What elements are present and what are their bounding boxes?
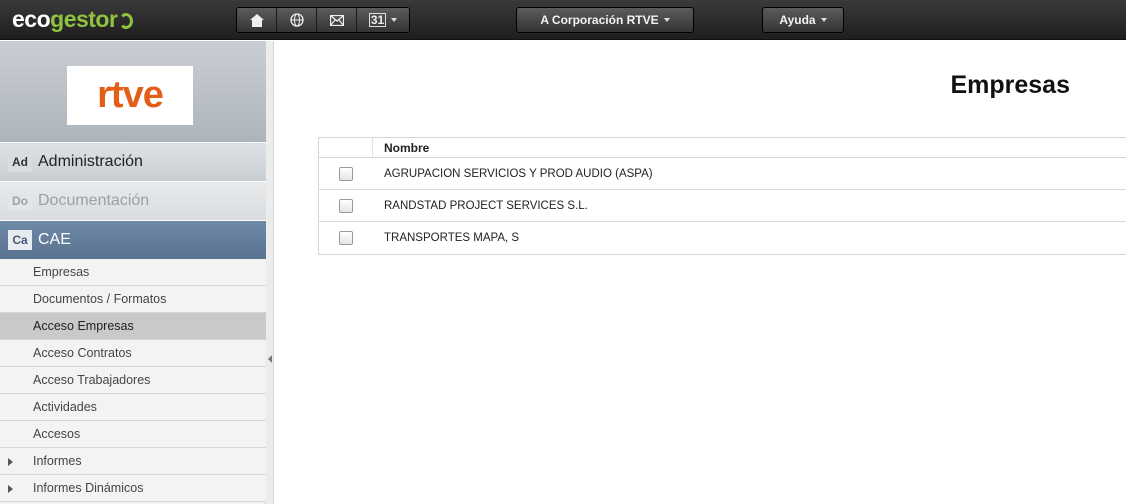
globe-button[interactable] — [277, 8, 317, 32]
module-code-badge: Ca — [8, 230, 32, 250]
header-checkbox-column — [319, 138, 373, 157]
client-logo: rtve — [67, 66, 193, 125]
row-checkbox-cell — [319, 166, 373, 181]
cae-submenu: Empresas Documentos / Formatos Acceso Em… — [0, 259, 266, 502]
sidebar-item-label: Documentos / Formatos — [33, 292, 167, 306]
module-label: CAE — [38, 231, 71, 248]
companies-table: Nombre AGRUPACION SERVICIOS Y PROD AUDIO… — [318, 137, 1126, 255]
table-row[interactable]: RANDSTAD PROJECT SERVICES S.L. — [319, 190, 1126, 222]
logo-swirl-icon — [119, 13, 134, 29]
expand-arrow-icon — [8, 458, 13, 466]
sidebar-item-acceso-empresas[interactable]: Acceso Empresas — [0, 313, 266, 340]
app-logo[interactable]: ecogestor — [12, 6, 134, 33]
chevron-down-icon — [663, 18, 670, 22]
globe-icon — [289, 13, 304, 27]
sidebar-item-accesos[interactable]: Accesos — [0, 421, 266, 448]
organization-menu[interactable]: A Corporación RTVE — [516, 7, 694, 33]
module-administracion[interactable]: Ad Administración — [0, 142, 266, 181]
table-row[interactable]: TRANSPORTES MAPA, S — [319, 222, 1126, 254]
row-checkbox-cell — [319, 231, 373, 245]
sidebar-item-empresas[interactable]: Empresas — [0, 259, 266, 286]
sidebar-item-documentos-formatos[interactable]: Documentos / Formatos — [0, 286, 266, 313]
module-code-badge: Do — [8, 191, 32, 211]
page-title: Empresas — [950, 71, 1070, 99]
home-icon — [249, 13, 264, 27]
top-bar: ecogestor 31 A Corporación RTVE Ayuda — [0, 0, 1126, 40]
company-name: TRANSPORTES MAPA, S — [384, 232, 520, 244]
module-code-badge: Ad — [8, 152, 32, 172]
sidebar-item-informes-dinamicos[interactable]: Informes Dinámicos — [0, 475, 266, 502]
sidebar-item-label: Informes — [33, 454, 82, 468]
sidebar-item-label: Accesos — [33, 427, 81, 441]
calendar-icon: 31 — [368, 13, 387, 27]
collapse-arrow-icon[interactable] — [268, 355, 272, 363]
home-button[interactable] — [237, 8, 277, 32]
table-row[interactable]: AGRUPACION SERVICIOS Y PROD AUDIO (ASPA) — [319, 158, 1126, 190]
sidebar-splitter[interactable] — [266, 41, 274, 504]
toolbar-button-group: 31 — [236, 7, 410, 33]
mail-icon — [329, 14, 344, 26]
company-name: AGRUPACION SERVICIOS Y PROD AUDIO (ASPA) — [384, 167, 653, 180]
module-documentacion[interactable]: Do Documentación — [0, 181, 266, 220]
row-checkbox[interactable] — [339, 198, 353, 213]
row-checkbox[interactable] — [339, 231, 353, 245]
client-logo-area: rtve — [0, 41, 266, 142]
sidebar-item-actividades[interactable]: Actividades — [0, 394, 266, 421]
sidebar-item-label: Acceso Trabajadores — [33, 373, 151, 387]
module-label: Administración — [38, 153, 143, 170]
row-checkbox-cell — [319, 198, 373, 213]
sidebar-item-label: Empresas — [33, 265, 90, 279]
sidebar-item-label: Acceso Contratos — [33, 346, 132, 360]
sidebar-item-acceso-trabajadores[interactable]: Acceso Trabajadores — [0, 367, 266, 394]
column-header-nombre[interactable]: Nombre — [373, 138, 429, 157]
module-label: Documentación — [38, 192, 150, 209]
calendar-button[interactable]: 31 — [357, 8, 409, 32]
help-menu[interactable]: Ayuda — [762, 7, 844, 33]
logo-text-gestor: gestor — [50, 6, 118, 32]
chevron-down-icon — [820, 18, 827, 22]
organization-menu-label: A Corporación RTVE — [540, 13, 659, 27]
expand-arrow-icon — [8, 485, 13, 493]
module-cae[interactable]: Ca CAE — [0, 220, 266, 259]
table-header: Nombre — [319, 138, 1126, 158]
sidebar-item-informes[interactable]: Informes — [0, 448, 266, 475]
sidebar-item-label: Actividades — [33, 400, 97, 414]
help-menu-label: Ayuda — [779, 13, 816, 27]
sidebar: rtve Ad Administración Do Documentación … — [0, 41, 266, 504]
sidebar-item-label: Informes Dinámicos — [33, 481, 144, 495]
row-checkbox[interactable] — [339, 166, 353, 181]
sidebar-item-acceso-contratos[interactable]: Acceso Contratos — [0, 340, 266, 367]
mail-button[interactable] — [317, 8, 357, 32]
sidebar-item-label: Acceso Empresas — [33, 319, 134, 333]
logo-text-eco: eco — [12, 6, 51, 32]
chevron-down-icon — [391, 18, 398, 22]
company-name: RANDSTAD PROJECT SERVICES S.L. — [384, 199, 588, 212]
